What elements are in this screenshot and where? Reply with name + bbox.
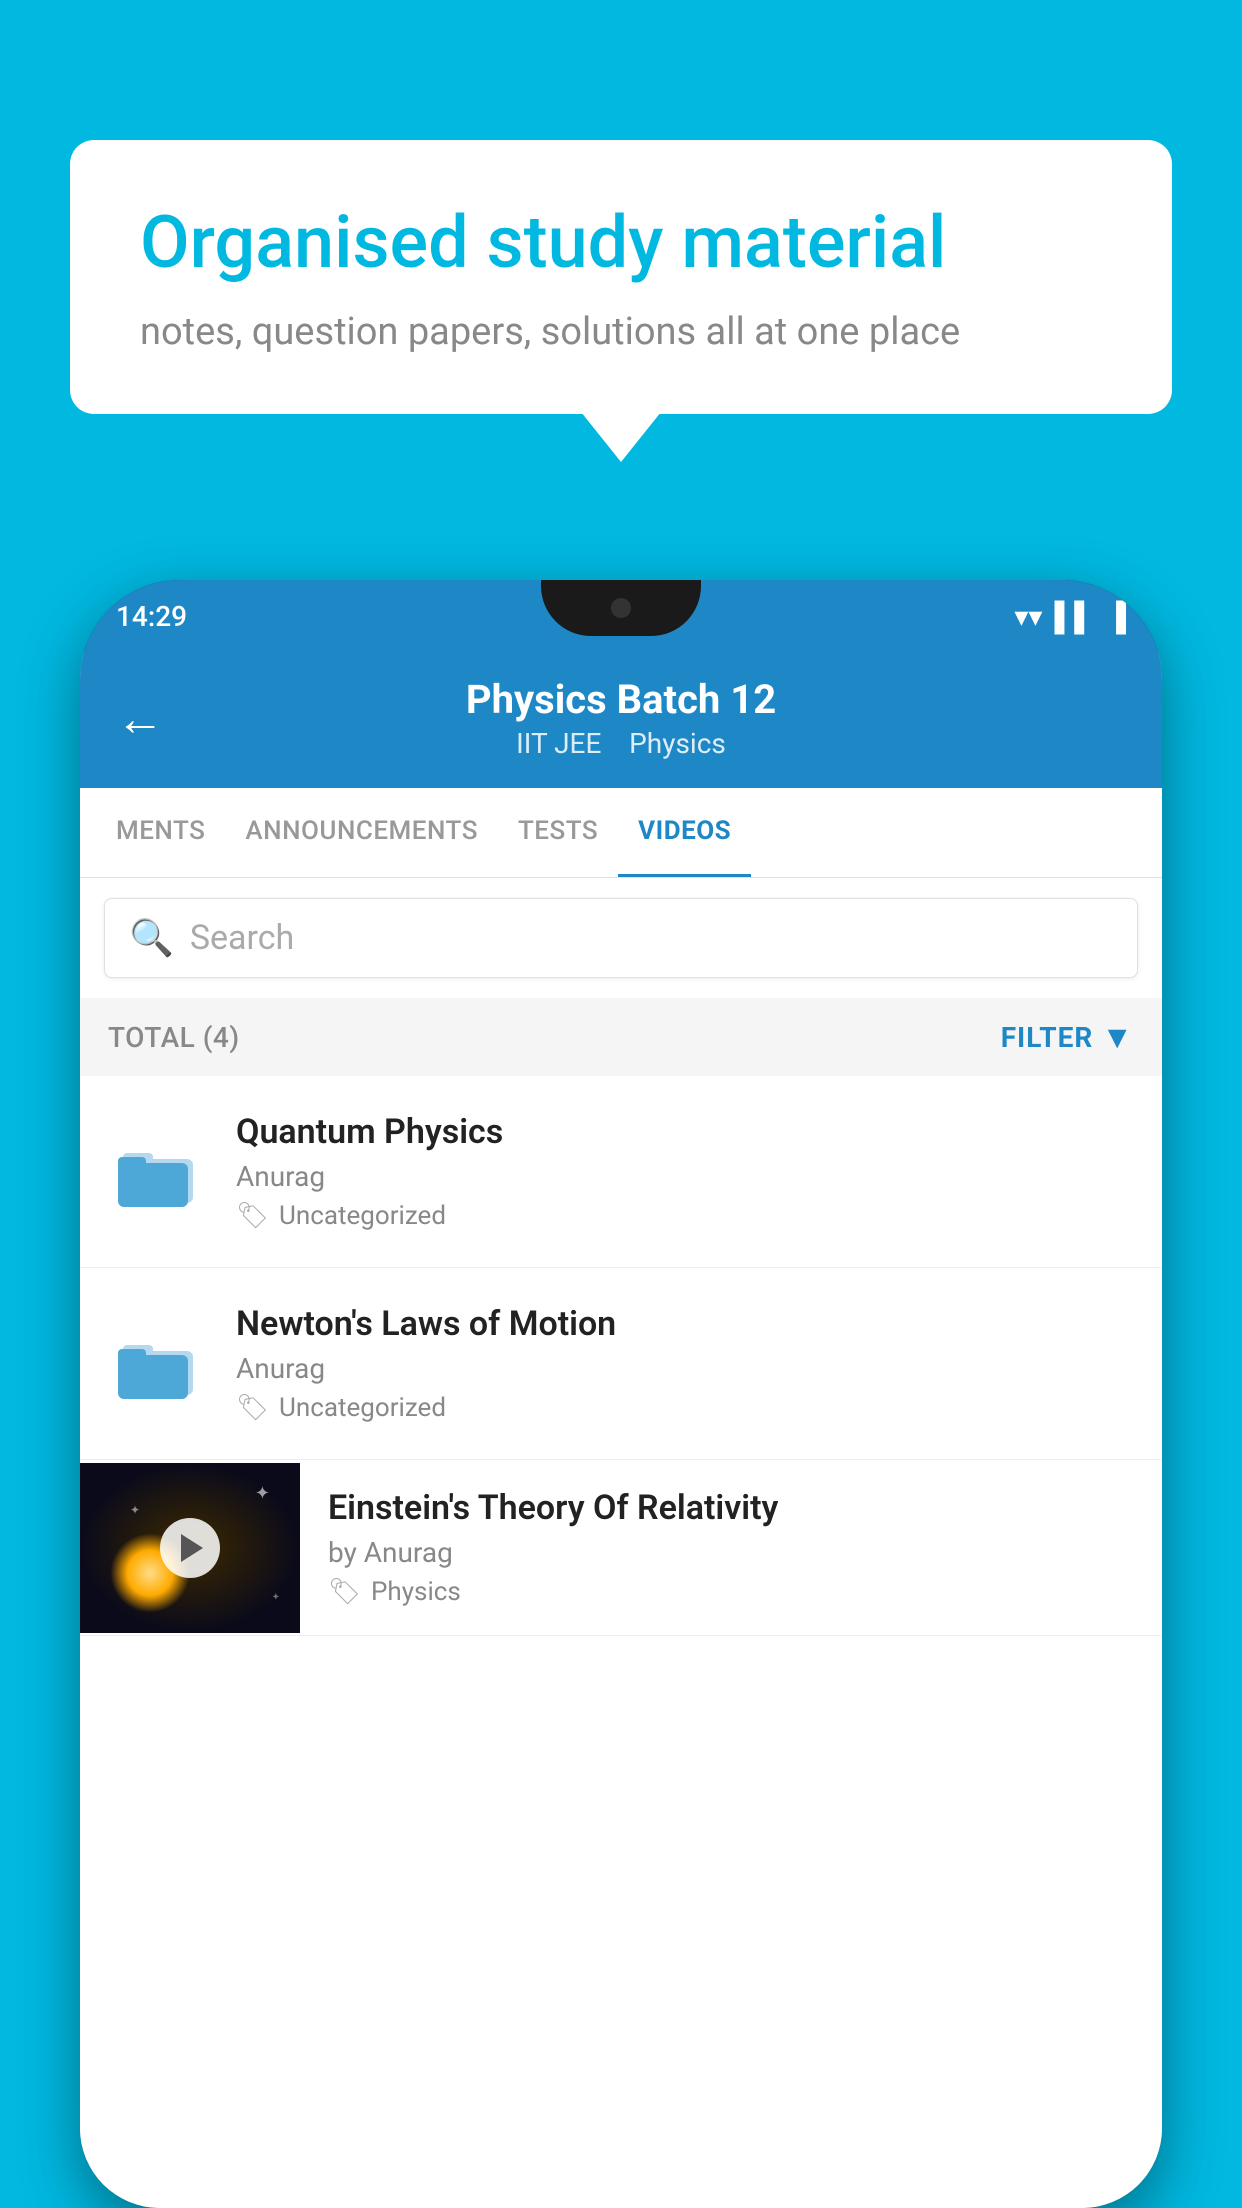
tab-videos[interactable]: VIDEOS [618, 788, 751, 877]
video-tag: 🏷 Physics [328, 1577, 1134, 1607]
video-tag: 🏷 Uncategorized [236, 1201, 1134, 1231]
video-info: Newton's Laws of Motion Anurag 🏷 Uncateg… [236, 1304, 1134, 1423]
app-header: ← Physics Batch 12 IIT JEE Physics [80, 652, 1162, 788]
play-button[interactable] [160, 1518, 220, 1578]
speech-bubble: Organised study material notes, question… [70, 140, 1172, 414]
tab-announcements[interactable]: ANNOUNCEMENTS [225, 788, 498, 877]
phone-notch [541, 580, 701, 636]
battery-icon: ▐ [1106, 600, 1126, 633]
wifi-icon: ▾▾ [1014, 600, 1042, 633]
header-subtitle: IIT JEE Physics [194, 727, 1048, 760]
video-tag-text: Physics [371, 1577, 461, 1607]
speech-bubble-container: Organised study material notes, question… [70, 140, 1172, 414]
tab-tests[interactable]: TESTS [498, 788, 618, 877]
filter-bar: TOTAL (4) FILTER ▼ [80, 998, 1162, 1076]
filter-funnel-icon: ▼ [1101, 1018, 1134, 1056]
star-1: ✦ [255, 1483, 270, 1504]
tag-icon: 🏷 [236, 1393, 269, 1423]
folder-icon [108, 1329, 208, 1399]
video-author: by Anurag [328, 1536, 1134, 1569]
total-count: TOTAL (4) [108, 1021, 240, 1054]
signal-icon: ▌▌ [1054, 600, 1094, 633]
video-author: Anurag [236, 1352, 1134, 1385]
video-title: Newton's Laws of Motion [236, 1304, 1134, 1344]
header-title-group: Physics Batch 12 IIT JEE Physics [194, 676, 1048, 760]
video-tag: 🏷 Uncategorized [236, 1393, 1134, 1423]
video-thumbnail: ✦ ✦ ✦ [80, 1463, 300, 1633]
folder-icon [108, 1137, 208, 1207]
tab-ments[interactable]: MENTS [96, 788, 225, 877]
search-bar[interactable]: 🔍 Search [104, 898, 1138, 978]
status-icons: ▾▾ ▌▌ ▐ [1014, 600, 1126, 633]
header-title: Physics Batch 12 [194, 676, 1048, 723]
play-triangle-icon [181, 1534, 203, 1562]
phone-screen: ← Physics Batch 12 IIT JEE Physics MENTS… [80, 652, 1162, 2208]
back-button[interactable]: ← [116, 690, 164, 747]
header-subtitle-physics: Physics [629, 727, 726, 760]
search-icon: 🔍 [129, 917, 174, 959]
list-item[interactable]: Quantum Physics Anurag 🏷 Uncategorized [80, 1076, 1162, 1268]
video-title: Einstein's Theory Of Relativity [328, 1488, 1134, 1528]
search-input[interactable]: Search [190, 918, 294, 958]
tag-icon: 🏷 [328, 1577, 361, 1607]
video-list: Quantum Physics Anurag 🏷 Uncategorized [80, 1076, 1162, 2208]
filter-label: FILTER [1001, 1021, 1094, 1054]
star-2: ✦ [130, 1503, 140, 1517]
header-subtitle-iitjee: IIT JEE [516, 727, 601, 760]
speech-bubble-title: Organised study material [140, 200, 1102, 286]
video-tag-text: Uncategorized [279, 1201, 446, 1231]
tag-icon: 🏷 [236, 1201, 269, 1231]
list-item[interactable]: Newton's Laws of Motion Anurag 🏷 Uncateg… [80, 1268, 1162, 1460]
list-item[interactable]: ✦ ✦ ✦ Einstein's Theory Of Relativity by… [80, 1460, 1162, 1636]
star-3: ✦ [272, 1592, 280, 1603]
video-author: Anurag [236, 1160, 1134, 1193]
phone-frame: 14:29 ▾▾ ▌▌ ▐ ← Physics Batch 12 IIT JEE… [80, 580, 1162, 2208]
status-bar: 14:29 ▾▾ ▌▌ ▐ [80, 580, 1162, 652]
tabs-bar: MENTS ANNOUNCEMENTS TESTS VIDEOS [80, 788, 1162, 878]
video-tag-text: Uncategorized [279, 1393, 446, 1423]
camera-dot [611, 598, 631, 618]
video-info: Quantum Physics Anurag 🏷 Uncategorized [236, 1112, 1134, 1231]
filter-button[interactable]: FILTER ▼ [1001, 1018, 1134, 1056]
status-time: 14:29 [116, 600, 187, 633]
video-title: Quantum Physics [236, 1112, 1134, 1152]
speech-bubble-subtitle: notes, question papers, solutions all at… [140, 310, 1102, 354]
video-info: Einstein's Theory Of Relativity by Anura… [300, 1460, 1162, 1635]
